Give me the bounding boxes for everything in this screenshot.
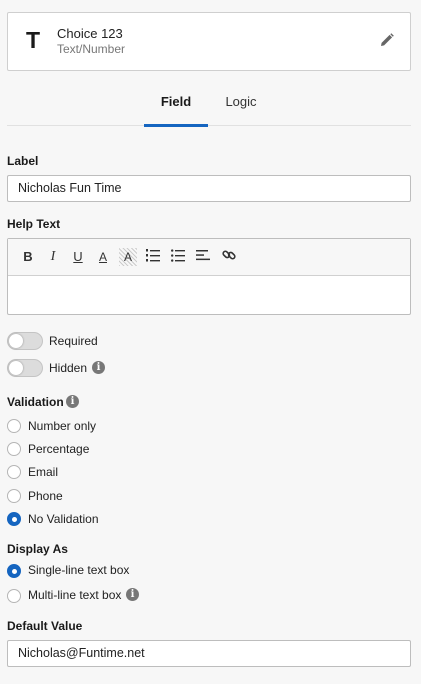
help-text-editor: B I U A A bbox=[7, 238, 411, 315]
display-as-heading: Display As bbox=[7, 542, 68, 556]
tab-logic[interactable]: Logic bbox=[215, 88, 267, 126]
underline-icon[interactable]: U bbox=[69, 248, 87, 266]
info-icon[interactable]: i bbox=[66, 395, 79, 408]
hidden-label: Hidden bbox=[49, 361, 88, 375]
align-left-icon[interactable] bbox=[194, 248, 212, 266]
hidden-toggle[interactable] bbox=[7, 359, 43, 377]
field-type: Text/Number bbox=[57, 42, 126, 56]
field-title: Choice 123 bbox=[57, 26, 123, 41]
bold-icon[interactable]: B bbox=[19, 248, 37, 266]
text-type-icon: T bbox=[26, 27, 41, 53]
highlight-icon[interactable]: A bbox=[119, 248, 137, 266]
radio-label-email: Email bbox=[28, 465, 59, 479]
required-label: Required bbox=[49, 334, 98, 348]
help-text-content[interactable] bbox=[8, 276, 410, 314]
italic-icon[interactable]: I bbox=[44, 248, 62, 266]
bulleted-list-icon[interactable] bbox=[169, 248, 187, 266]
radio-label-multi-line: Multi-line text box bbox=[28, 588, 122, 602]
info-icon[interactable]: i bbox=[126, 588, 139, 601]
default-value-heading: Default Value bbox=[7, 619, 83, 633]
radio-number-only[interactable] bbox=[7, 419, 21, 433]
label-input[interactable]: Nicholas Fun Time bbox=[7, 175, 411, 202]
required-toggle[interactable] bbox=[7, 332, 43, 350]
radio-email[interactable] bbox=[7, 465, 21, 479]
radio-label-single-line: Single-line text box bbox=[28, 563, 130, 577]
radio-label-phone: Phone bbox=[28, 489, 63, 503]
validation-heading: Validation bbox=[7, 395, 64, 409]
pencil-icon[interactable] bbox=[379, 32, 395, 48]
help-text-heading: Help Text bbox=[7, 217, 61, 231]
tab-field[interactable]: Field bbox=[144, 88, 208, 127]
radio-label-number-only: Number only bbox=[28, 419, 97, 433]
radio-no-validation[interactable] bbox=[7, 512, 21, 526]
radio-single-line[interactable] bbox=[7, 564, 21, 578]
info-icon[interactable]: i bbox=[92, 361, 105, 374]
radio-label-percentage: Percentage bbox=[28, 442, 90, 456]
label-heading: Label bbox=[7, 154, 39, 168]
font-color-icon[interactable]: A bbox=[94, 248, 112, 266]
editor-toolbar: B I U A A bbox=[8, 239, 410, 276]
radio-label-no-validation: No Validation bbox=[28, 512, 99, 526]
radio-phone[interactable] bbox=[7, 489, 21, 503]
radio-multi-line[interactable] bbox=[7, 589, 21, 603]
tab-bar: Field Logic bbox=[7, 88, 411, 127]
link-icon[interactable] bbox=[220, 248, 238, 266]
field-header-card: T Choice 123 Text/Number bbox=[7, 12, 411, 71]
default-value-input[interactable]: Nicholas@Funtime.net bbox=[7, 640, 411, 667]
radio-percentage[interactable] bbox=[7, 442, 21, 456]
numbered-list-icon[interactable] bbox=[144, 248, 162, 266]
